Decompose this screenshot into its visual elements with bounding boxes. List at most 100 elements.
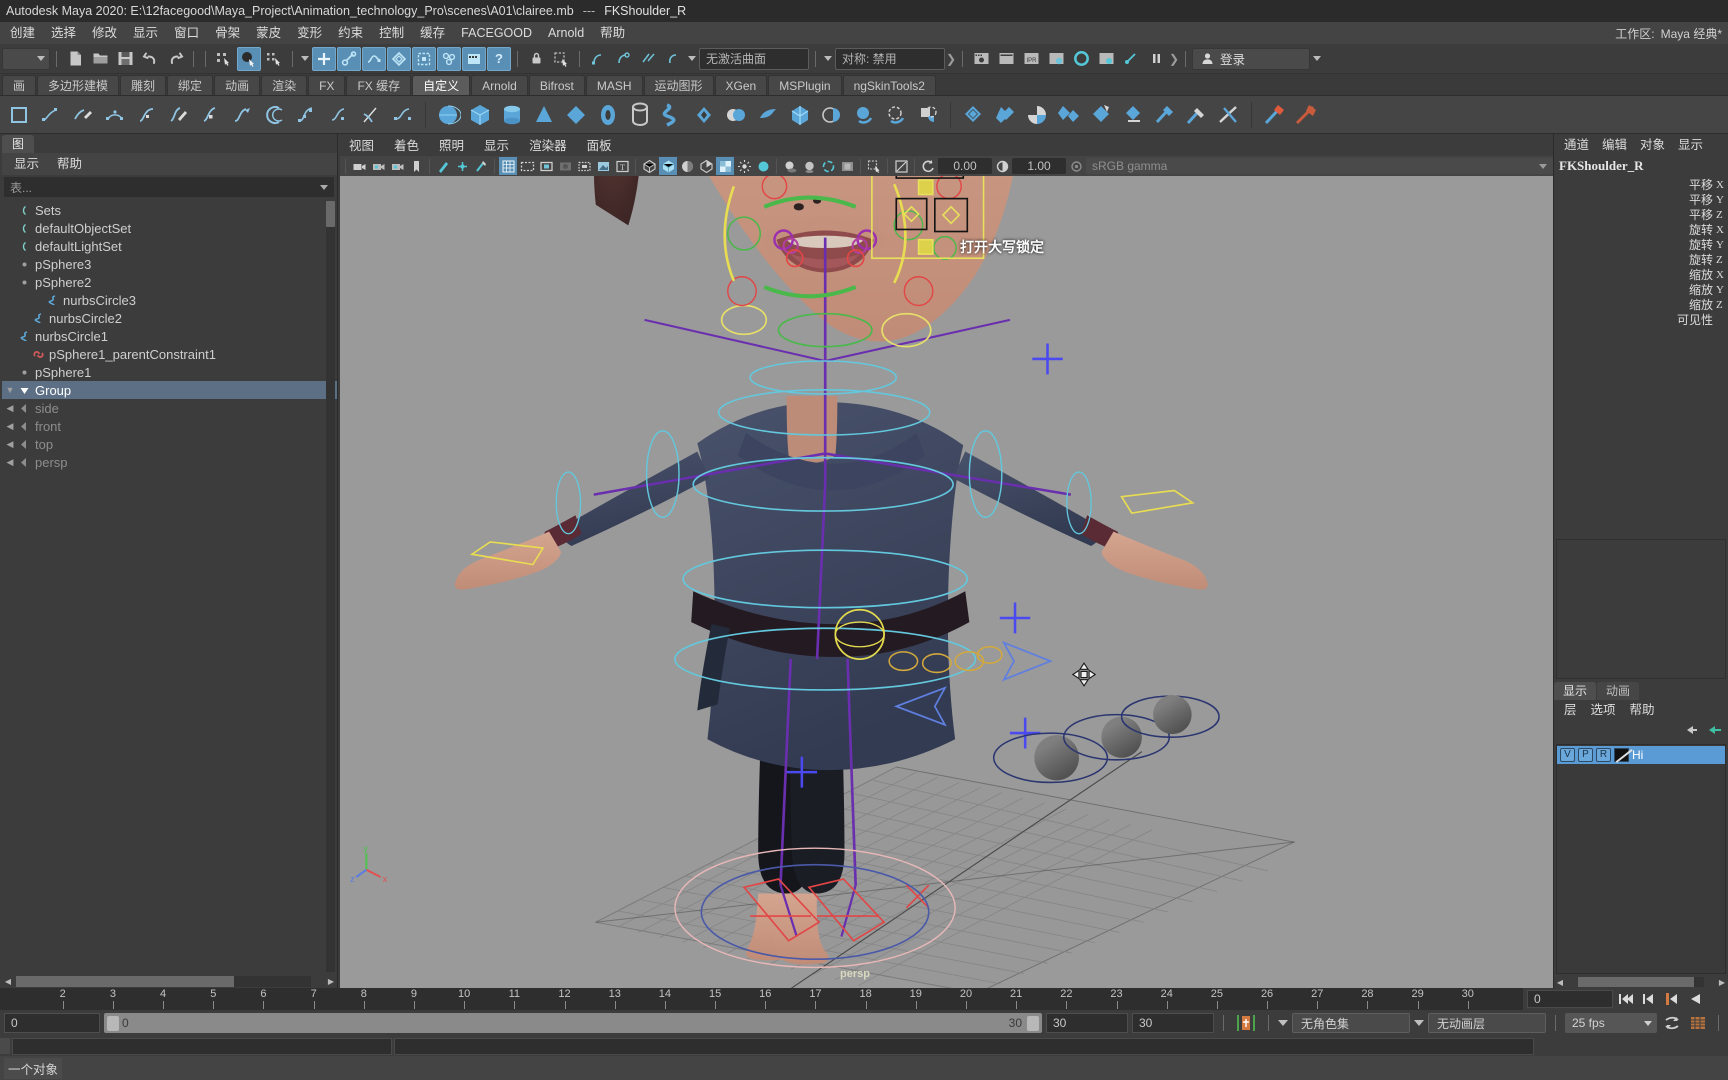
animation-preferences-button[interactable] [1661, 1013, 1683, 1033]
color-management-icon[interactable] [1067, 157, 1085, 175]
prev-key-button[interactable] [1662, 990, 1682, 1008]
snap-curve-button[interactable] [611, 47, 635, 71]
slide-edge-icon[interactable] [1291, 100, 1321, 130]
shelf-tab-paint[interactable]: 画 [2, 75, 37, 95]
shelf-tab-fxcache[interactable]: FX 缓存 [346, 75, 412, 95]
signin-dropdown[interactable] [1311, 47, 1323, 71]
menu-item-deform[interactable]: 变形 [289, 22, 330, 44]
outliner-tab[interactable]: 图 [2, 135, 35, 153]
shaded-wireframe-icon[interactable] [678, 157, 696, 175]
scroll-right-icon[interactable]: ▶ [1716, 976, 1728, 988]
channel-row-旋转Y[interactable]: 旋转 Y [1554, 237, 1728, 252]
highlight-selection-button[interactable] [549, 47, 573, 71]
shelf-tab-custom[interactable]: 自定义 [412, 75, 471, 95]
menu-item-constrain[interactable]: 约束 [330, 22, 371, 44]
menu-item-arnold[interactable]: Arnold [540, 22, 592, 44]
grease-pencil-icon[interactable] [472, 157, 490, 175]
workspace-selector[interactable]: 工作区: Maya 经典* [1615, 22, 1722, 44]
resolution-gate-icon[interactable] [537, 157, 555, 175]
nurbs-square-icon[interactable] [4, 100, 34, 130]
menu-item-cache[interactable]: 缓存 [412, 22, 453, 44]
pause-render-button[interactable] [1144, 47, 1168, 71]
scroll-left-icon[interactable]: ◀ [1554, 976, 1566, 988]
live-surface-field[interactable]: 无激活曲面 [699, 47, 809, 70]
menu-item-create[interactable]: 创建 [2, 22, 43, 44]
outliner-row-Group[interactable]: ▼ Group [2, 381, 337, 399]
insert-knot-icon[interactable] [324, 100, 354, 130]
outliner-row-pSphere3[interactable]: pSphere3 [2, 255, 337, 273]
shelf-tab-sculpt[interactable]: 雕刻 [120, 75, 167, 95]
mask-handles-button[interactable] [312, 46, 336, 71]
hypershade-button[interactable] [1069, 47, 1093, 71]
use-default-light-icon[interactable] [735, 157, 753, 175]
outliner-row-front[interactable]: ◀ front [2, 417, 337, 435]
channelbox-menu-show[interactable]: 显示 [1672, 134, 1709, 156]
motion-blur-icon[interactable] [838, 157, 856, 175]
poly-helix-icon[interactable] [657, 100, 687, 130]
sculpt-tool-icon[interactable] [1150, 100, 1180, 130]
time-slider-ticks[interactable]: 2 3 4 5 6 7 8 9 10 11 12 13 14 15 16 17 18 19 20 21 22 23 24 25… [0, 988, 1523, 1010]
scrollbar-thumb[interactable] [1578, 977, 1694, 987]
character-set-field[interactable]: 无角色集 [1292, 1013, 1410, 1033]
mask-joints-button[interactable] [337, 46, 361, 71]
two-sided-lighting-icon[interactable] [453, 157, 471, 175]
smooth-icon[interactable] [849, 100, 879, 130]
channel-row-平移Y[interactable]: 平移 Y [1554, 192, 1728, 207]
menuset-dropdown[interactable] [2, 47, 50, 70]
channelbox-menu-edit[interactable]: 编辑 [1596, 134, 1633, 156]
select-camera-icon[interactable] [350, 157, 368, 175]
snap-point-button[interactable] [636, 47, 660, 71]
pencil-curve-tool-icon[interactable] [68, 100, 98, 130]
save-scene-button[interactable] [113, 47, 137, 71]
new-layer-from-selection-icon[interactable] [1707, 724, 1724, 737]
command-mel-toggle[interactable] [0, 1038, 10, 1054]
scroll-right-icon[interactable]: ▶ [325, 975, 337, 987]
go-to-start-button[interactable] [1616, 990, 1636, 1008]
play-backwards-button[interactable] [1685, 990, 1705, 1008]
menu-item-skin[interactable]: 蒙皮 [248, 22, 289, 44]
film-gate-mask-icon[interactable] [575, 157, 593, 175]
layer-horizontal-scrollbar[interactable]: ◀ ▶ [1554, 976, 1728, 988]
new-scene-button[interactable] [63, 47, 87, 71]
xray-icon[interactable] [594, 157, 612, 175]
anim-layer-caret-icon[interactable] [1414, 1020, 1424, 1026]
channel-row-旋转X[interactable]: 旋转 X [1554, 222, 1728, 237]
expand-arrow-right-icon[interactable]: ◀ [4, 403, 16, 414]
extend-curve-icon[interactable] [228, 100, 258, 130]
gamma-value-field[interactable]: 1.00 [1012, 158, 1066, 174]
menu-item-skeleton[interactable]: 骨架 [207, 22, 248, 44]
paint-weights-icon[interactable] [1182, 100, 1212, 130]
shelf-tab-msplugin[interactable]: MSPlugin [768, 75, 842, 95]
channel-row-缩放Y[interactable]: 缩放 Y [1554, 282, 1728, 297]
symmetry-dropdown[interactable] [822, 47, 834, 71]
outliner-row-pSphere1_parentConstraint1[interactable]: pSphere1_parentConstraint1 [2, 345, 337, 363]
layer-tab-display[interactable]: 显示 [1554, 681, 1597, 700]
channel-row-平移X[interactable]: 平移 X [1554, 177, 1728, 192]
layer-menu-options[interactable]: 选项 [1585, 700, 1622, 720]
use-all-lights-icon[interactable] [754, 157, 772, 175]
expand-right-icon-2[interactable]: ❯ [1169, 47, 1179, 71]
selectmask-dropdown[interactable] [299, 47, 311, 71]
scroll-left-icon[interactable]: ◀ [2, 975, 14, 987]
outliner-item-list[interactable]: Sets defaultObjectSet defaultLightSet pSphe… [2, 199, 337, 974]
layer-menu-help[interactable]: 帮助 [1624, 700, 1661, 720]
symmetry-field[interactable]: 对称: 禁用 [835, 47, 945, 70]
outliner-menu-display[interactable]: 显示 [6, 153, 47, 175]
duplicate-face-icon[interactable] [1086, 100, 1116, 130]
cv-curve-tool-icon[interactable] [36, 100, 66, 130]
display-layer-row[interactable]: V P R Hi [1557, 745, 1725, 764]
outliner-row-defaultObjectSet[interactable]: defaultObjectSet [2, 219, 337, 237]
viewport-menu-renderer[interactable]: 渲染器 [520, 136, 576, 156]
channelbox-menu-object[interactable]: 对象 [1634, 134, 1671, 156]
select-object-button[interactable] [237, 46, 261, 71]
menu-item-select[interactable]: 选择 [43, 22, 84, 44]
layer-tab-anim[interactable]: 动画 [1597, 681, 1640, 700]
booleans-icon[interactable] [785, 100, 815, 130]
shelf-tab-arnold[interactable]: Arnold [471, 75, 528, 95]
outliner-menu-help[interactable]: 帮助 [49, 153, 90, 175]
time-slider[interactable]: 2 3 4 5 6 7 8 9 10 11 12 13 14 15 16 17 18 19 20 21 22 23 24 25… [0, 988, 1728, 1010]
render-current-frame-button[interactable] [969, 47, 993, 71]
render-settings-button[interactable] [1044, 47, 1068, 71]
mask-rendering-button[interactable] [462, 46, 486, 71]
mask-curves-button[interactable] [362, 46, 386, 71]
